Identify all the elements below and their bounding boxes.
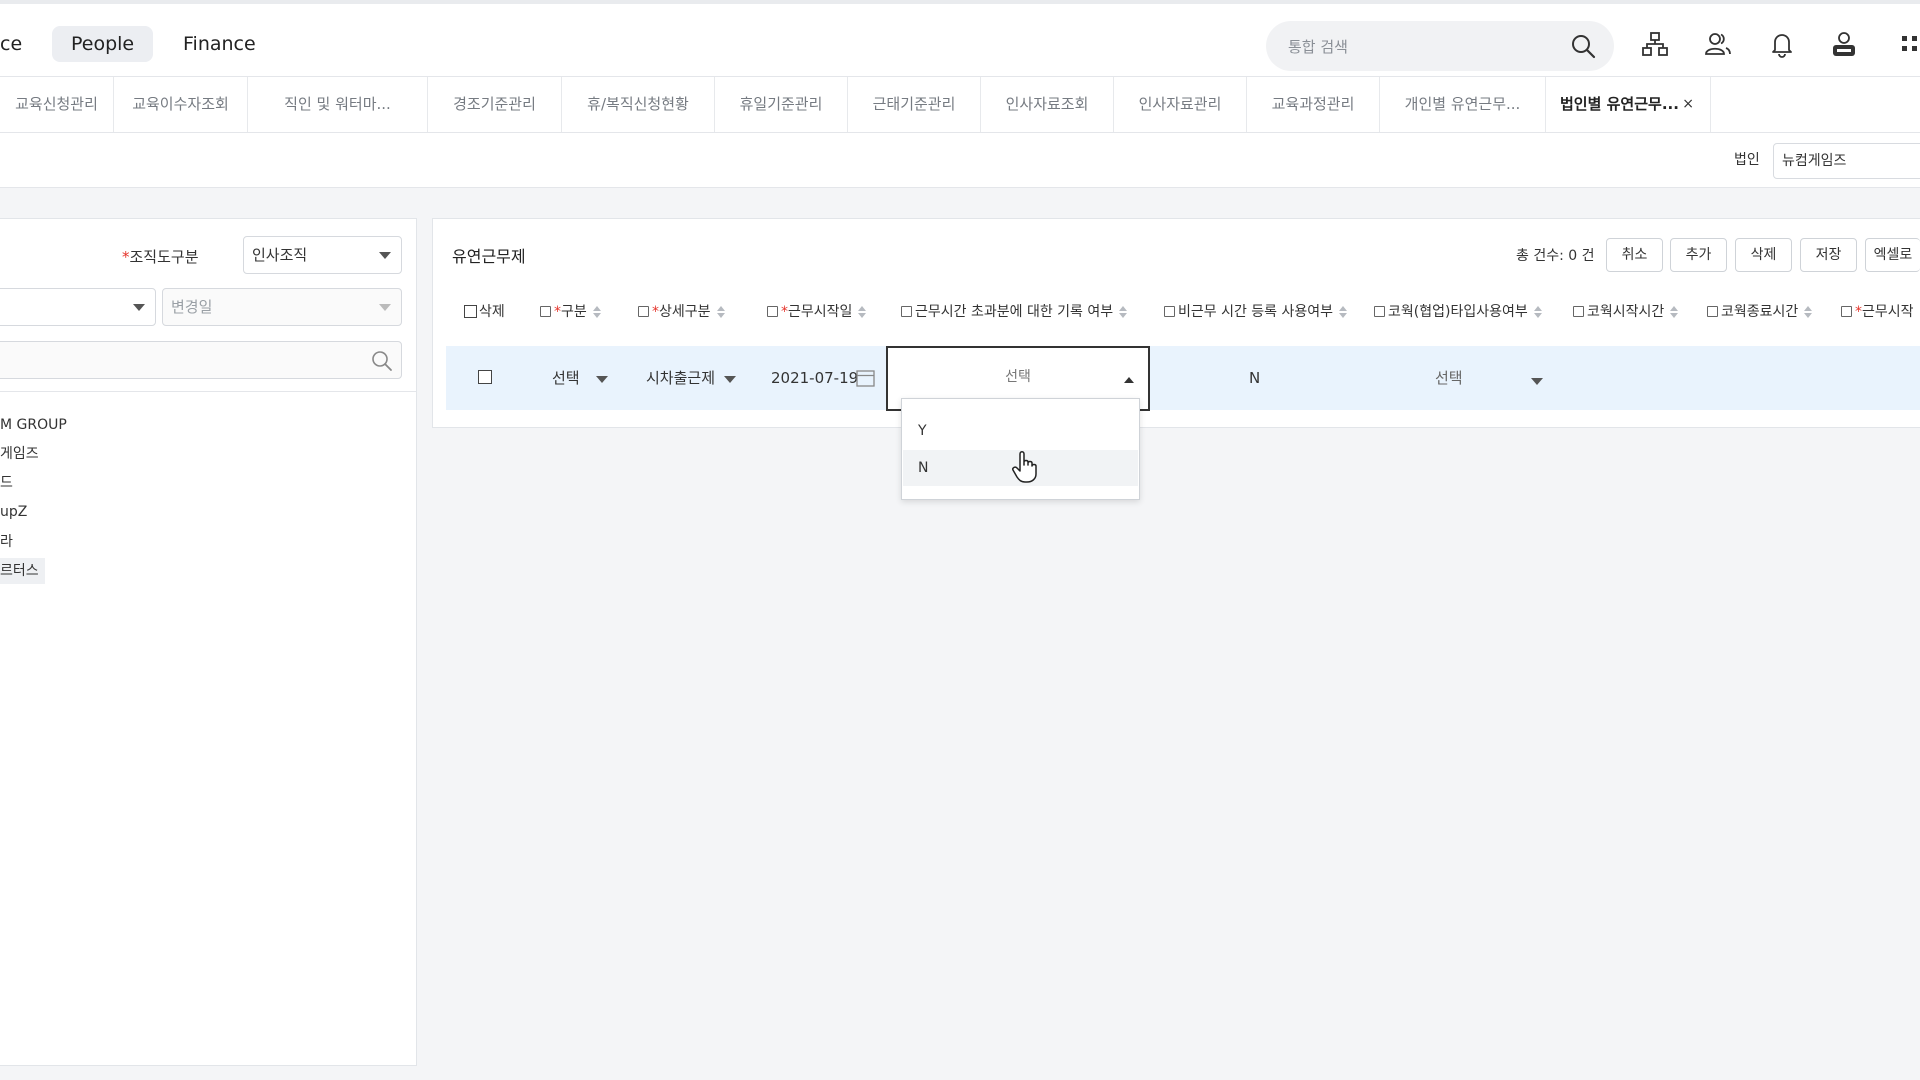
tab-condolence-standard[interactable]: 경조기준관리 (428, 77, 562, 132)
panel-title: 유연근무제 (452, 247, 526, 266)
col-cowork-type[interactable]: 코웍(협업)타입사용여부 (1374, 300, 1542, 324)
tab-education-application[interactable]: 교육신청관리 (0, 77, 114, 132)
tree-item[interactable]: 라 (0, 529, 13, 555)
tab-holiday-standard[interactable]: 휴일기준관리 (715, 77, 848, 132)
tree-item[interactable]: 드 (0, 470, 13, 496)
people-icon[interactable] (1704, 30, 1732, 58)
col-start-date[interactable]: *근무시작일 (767, 300, 867, 324)
close-icon[interactable]: × (1682, 77, 1694, 132)
org-type-select[interactable]: 인사조직 (243, 236, 402, 274)
tree-item[interactable]: 게임즈 (0, 441, 39, 467)
org-select[interactable] (0, 288, 156, 326)
col-cowork-end[interactable]: 코웍종료시간 (1707, 300, 1813, 324)
tab-seal-watermark[interactable]: 직인 및 워터마... (248, 77, 428, 132)
delete-button[interactable]: 삭제 (1735, 238, 1792, 272)
row-checkbox[interactable] (478, 370, 492, 384)
col-type[interactable]: *구분 (540, 300, 601, 324)
calendar-icon[interactable] (856, 369, 875, 387)
tree-item-selected[interactable]: 르터스 (0, 558, 45, 584)
tree-item[interactable]: upZ (0, 499, 27, 525)
select-value: 선택 (1005, 369, 1031, 385)
total-count: 총 건수: 0 건 (1516, 248, 1595, 264)
edit-icon (1164, 306, 1175, 317)
edit-icon (1573, 306, 1584, 317)
col-delete[interactable]: 삭제 (464, 300, 505, 324)
select-all-checkbox[interactable] (464, 305, 477, 318)
tab-bar: 교육신청관리 교육이수자조회 직인 및 워터마... 경조기준관리 휴/복직신청… (0, 77, 1920, 133)
org-search-input[interactable] (0, 341, 402, 379)
sort-icon[interactable] (592, 306, 601, 318)
col-nonwork-use[interactable]: 비근무 시간 등록 사용여부 (1164, 300, 1348, 324)
save-button[interactable]: 저장 (1800, 238, 1857, 272)
edit-icon (1707, 306, 1718, 317)
filter-bar: 법인 뉴컴게임즈 (0, 133, 1920, 188)
apps-grid-icon[interactable] (1898, 30, 1920, 58)
ess-user-icon[interactable] (1830, 30, 1858, 58)
edit-icon (767, 306, 778, 317)
app-header: ce People Finance (0, 4, 1920, 77)
search-icon[interactable] (1570, 33, 1596, 59)
tab-education-completion[interactable]: 교육이수자조회 (114, 77, 248, 132)
cell-detail-type[interactable]: 시차출근제 (646, 366, 715, 390)
search-icon[interactable] (371, 350, 393, 372)
chevron-down-icon[interactable] (1531, 378, 1543, 385)
notification-bell-icon[interactable] (1768, 30, 1796, 58)
tab-hr-data-view[interactable]: 인사자료조회 (981, 77, 1114, 132)
edit-icon (901, 306, 912, 317)
export-excel-button[interactable]: 엑셀로 (1865, 238, 1920, 272)
change-date-select[interactable]: 변경일 (162, 288, 402, 326)
org-tree: M GROUP 게임즈 드 upZ 라 르터스 (0, 391, 416, 1065)
col-work-start[interactable]: *근무시작 (1841, 300, 1914, 324)
corp-select[interactable]: 뉴컴게임즈 (1773, 143, 1920, 179)
option-y[interactable]: Y (903, 413, 1138, 449)
sort-icon[interactable] (1804, 306, 1813, 318)
chevron-down-icon (379, 252, 391, 259)
chevron-up-icon (1124, 377, 1134, 383)
cell-start-date[interactable]: 2021-07-19 (771, 366, 858, 390)
sort-icon[interactable] (858, 306, 867, 318)
tab-corp-flex-work[interactable]: 법인별 유연근무... × (1546, 77, 1711, 132)
col-detail-type[interactable]: *상세구분 (638, 300, 725, 324)
tab-attendance-standard[interactable]: 근태기준관리 (848, 77, 981, 132)
tab-leave-reinstatement[interactable]: 휴/복직신청현황 (562, 77, 715, 132)
yn-dropdown: Y N (901, 398, 1140, 500)
tab-hr-data-manage[interactable]: 인사자료관리 (1114, 77, 1247, 132)
corp-label: 법인 (1734, 152, 1760, 168)
tab-label: 법인별 유연근무... (1560, 95, 1679, 113)
chevron-down-icon[interactable] (724, 376, 736, 383)
sort-icon[interactable] (1339, 306, 1348, 318)
org-chart-icon[interactable] (1641, 30, 1669, 58)
org-type-label: *조직도구분 (122, 248, 199, 266)
add-button[interactable]: 추가 (1670, 238, 1727, 272)
edit-icon (540, 306, 551, 317)
chevron-down-icon[interactable] (596, 376, 608, 383)
col-cowork-start[interactable]: 코웍시작시간 (1573, 300, 1679, 324)
global-search[interactable] (1266, 21, 1614, 73)
cell-cowork-type[interactable]: 선택 (1435, 366, 1463, 390)
nav-item-partial[interactable]: ce (0, 26, 41, 62)
hand-cursor-icon (1012, 451, 1037, 483)
edit-icon (1374, 306, 1385, 317)
nav-item-finance[interactable]: Finance (164, 26, 275, 62)
nav-item-people[interactable]: People (52, 26, 154, 62)
tab-personal-flex-work[interactable]: 개인별 유연근무... (1380, 77, 1546, 132)
sort-icon[interactable] (1533, 306, 1542, 318)
col-overtime-record[interactable]: 근무시간 초과분에 대한 기록 여부 (901, 300, 1128, 324)
chevron-down-icon (133, 304, 145, 311)
cell-type[interactable]: 선택 (552, 366, 580, 390)
cell-nonwork-use[interactable]: N (1249, 366, 1260, 390)
tab-course-manage[interactable]: 교육과정관리 (1247, 77, 1380, 132)
edit-icon (638, 306, 649, 317)
search-input[interactable] (1286, 21, 1570, 73)
tree-item[interactable]: M GROUP (0, 412, 67, 438)
sort-icon[interactable] (716, 306, 725, 318)
chevron-down-icon (379, 304, 391, 311)
sort-icon[interactable] (1670, 306, 1679, 318)
cancel-button[interactable]: 취소 (1606, 238, 1663, 272)
edit-icon (1841, 306, 1852, 317)
sort-icon[interactable] (1119, 306, 1128, 318)
